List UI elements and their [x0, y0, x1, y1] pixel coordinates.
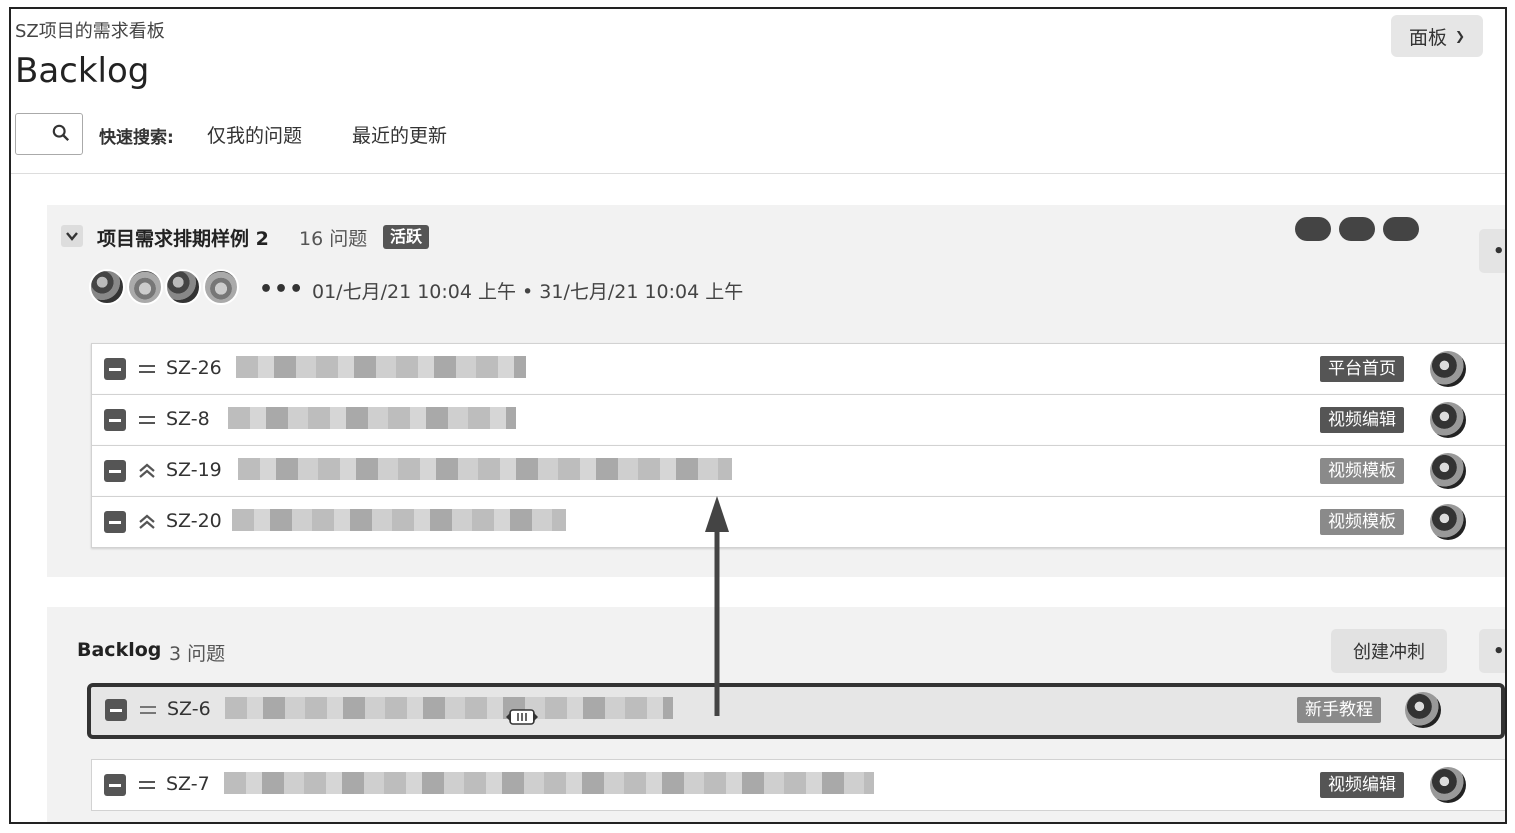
blurred-summary	[224, 772, 874, 794]
issue-key[interactable]: SZ-8	[166, 408, 210, 430]
epic-label: 视频编辑	[1320, 407, 1404, 433]
more-avatars-icon[interactable]: •••	[259, 277, 304, 302]
sprint-panel: 项目需求排期样例 2 16 问题 活跃 ••• ••• 01/七月/21 10:…	[47, 205, 1505, 577]
epic-label: 视频模板	[1320, 458, 1404, 484]
avatar[interactable]	[1405, 692, 1441, 728]
blurred-summary	[225, 697, 673, 719]
issue-key[interactable]: SZ-19	[166, 459, 222, 481]
filter-recently-updated[interactable]: 最近的更新	[352, 121, 447, 148]
blurred-summary	[236, 356, 526, 378]
list-item[interactable]: SZ-20 视频模板	[91, 496, 1505, 548]
search-icon	[52, 124, 70, 142]
blurred-summary	[238, 458, 732, 480]
list-item[interactable]: SZ-19 视频模板	[91, 445, 1505, 496]
status-pill-done	[1383, 217, 1419, 241]
sprint-more-button[interactable]: •••	[1479, 229, 1505, 273]
avatar[interactable]	[89, 269, 125, 305]
blurred-summary	[232, 509, 566, 531]
sprint-issue-count: 16 问题	[299, 228, 368, 250]
create-sprint-button[interactable]: 创建冲刺	[1331, 629, 1447, 673]
blurred-summary	[228, 407, 516, 429]
task-type-icon	[104, 409, 126, 431]
avatar[interactable]	[1430, 453, 1466, 489]
status-pill-todo	[1295, 217, 1331, 241]
task-type-icon	[104, 358, 126, 380]
task-type-icon	[105, 699, 127, 721]
collapse-chevron-icon[interactable]	[61, 225, 83, 247]
dragging-issue-row[interactable]: SZ-6 新手教程	[87, 683, 1505, 739]
quick-search-label: 快速搜索:	[99, 128, 174, 148]
backlog-page: SZ项目的需求看板 Backlog 面板 ❯ 快速搜索: 仅我的问题 最近的更新…	[9, 7, 1507, 824]
avatar[interactable]	[1430, 402, 1466, 438]
list-item[interactable]: SZ-7 视频编辑	[91, 759, 1505, 811]
divider	[11, 173, 1505, 174]
status-badge: 活跃	[383, 225, 430, 249]
list-item[interactable]: SZ-26 平台首页	[91, 343, 1505, 394]
epic-label: 平台首页	[1320, 356, 1404, 382]
task-type-icon	[104, 774, 126, 796]
priority-medium-icon	[139, 781, 155, 789]
task-type-icon	[104, 460, 126, 482]
issue-key[interactable]: SZ-6	[167, 698, 211, 720]
avatar[interactable]	[1430, 767, 1466, 803]
avatar[interactable]	[1430, 351, 1466, 387]
priority-high-icon	[139, 514, 155, 529]
priority-medium-icon	[140, 706, 156, 714]
board-button-label: 面板	[1408, 26, 1447, 49]
sprint-issue-list: SZ-26 平台首页 SZ-8 视频编辑 SZ-19 视频模板 SZ-20 视频…	[91, 343, 1505, 548]
avatar[interactable]	[1430, 504, 1466, 540]
filter-only-my-issues[interactable]: 仅我的问题	[207, 121, 302, 148]
backlog-more-button[interactable]: ••	[1479, 629, 1505, 673]
status-pill-inprogress	[1339, 217, 1375, 241]
chevron-down-icon: ❯	[1454, 29, 1466, 43]
avatar[interactable]	[203, 269, 239, 305]
priority-medium-icon	[139, 365, 155, 373]
backlog-title: Backlog	[77, 639, 162, 661]
epic-label: 视频编辑	[1320, 772, 1404, 798]
issue-key[interactable]: SZ-20	[166, 510, 222, 532]
avatar[interactable]	[165, 269, 201, 305]
backlog-panel: Backlog 3 问题 创建冲刺 •• SZ-6 新手教程 SZ-7 视频编辑	[47, 607, 1505, 822]
list-item[interactable]: SZ-8 视频编辑	[91, 394, 1505, 445]
assignee-avatars	[89, 269, 241, 305]
sprint-dates: 01/七月/21 10:04 上午 • 31/七月/21 10:04 上午	[312, 281, 744, 303]
task-type-icon	[104, 511, 126, 533]
issue-key[interactable]: SZ-26	[166, 357, 222, 379]
sprint-name[interactable]: 项目需求排期样例 2	[97, 224, 269, 251]
epic-label: 新手教程	[1297, 697, 1381, 723]
move-cursor-icon	[506, 709, 538, 725]
priority-high-icon	[139, 463, 155, 478]
board-dropdown-button[interactable]: 面板 ❯	[1391, 15, 1483, 57]
priority-medium-icon	[139, 416, 155, 424]
epic-label: 视频模板	[1320, 509, 1404, 535]
backlog-issue-count: 3 问题	[169, 643, 226, 665]
breadcrumb[interactable]: SZ项目的需求看板	[15, 17, 165, 43]
page-title: Backlog	[15, 51, 150, 91]
avatar[interactable]	[127, 269, 163, 305]
search-input[interactable]	[15, 113, 83, 155]
issue-key[interactable]: SZ-7	[166, 773, 210, 795]
